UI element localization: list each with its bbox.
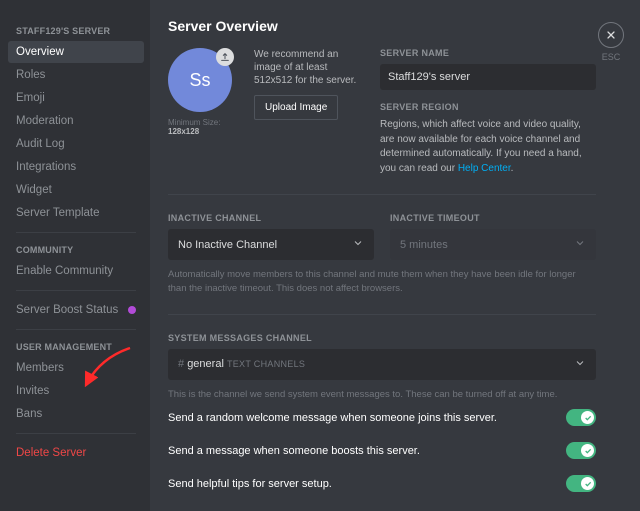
welcome-message-toggle[interactable] bbox=[566, 409, 596, 426]
system-channel-label: SYSTEM MESSAGES CHANNEL bbox=[168, 333, 596, 343]
divider bbox=[16, 290, 136, 291]
sidebar-item-server-template[interactable]: Server Template bbox=[8, 202, 144, 224]
inactive-channel-label: INACTIVE CHANNEL bbox=[168, 213, 374, 223]
sidebar-item-bans[interactable]: Bans bbox=[8, 403, 144, 425]
settings-sidebar: STAFF129'S SERVER Overview Roles Emoji M… bbox=[0, 0, 150, 511]
server-name-input[interactable] bbox=[380, 64, 596, 90]
hash-icon: # bbox=[178, 358, 187, 370]
boost-icon bbox=[128, 306, 136, 314]
divider bbox=[16, 232, 136, 233]
select-value: 5 minutes bbox=[400, 239, 448, 251]
inactive-channel-select[interactable]: No Inactive Channel bbox=[168, 229, 374, 260]
inactive-timeout-label: INACTIVE TIMEOUT bbox=[390, 213, 596, 223]
chevron-down-icon bbox=[574, 357, 586, 372]
divider bbox=[16, 433, 136, 434]
server-region-text: Regions, which affect voice and video qu… bbox=[380, 118, 596, 176]
toggle-row: Send a random welcome message when someo… bbox=[168, 401, 596, 434]
close-icon bbox=[598, 22, 624, 48]
toggle-label: Send a message when someone boosts this … bbox=[168, 445, 420, 457]
sidebar-item-moderation[interactable]: Moderation bbox=[8, 110, 144, 132]
divider bbox=[168, 314, 596, 315]
sidebar-item-audit-log[interactable]: Audit Log bbox=[8, 133, 144, 155]
sidebar-item-enable-community[interactable]: Enable Community bbox=[8, 260, 144, 282]
server-region-label: SERVER REGION bbox=[380, 102, 596, 112]
sidebar-item-members[interactable]: Members bbox=[8, 357, 144, 379]
toggle-row: Send a message when someone boosts this … bbox=[168, 434, 596, 467]
sidebar-item-invites[interactable]: Invites bbox=[8, 380, 144, 402]
sidebar-item-server-boost[interactable]: Server Boost Status bbox=[8, 299, 144, 321]
server-avatar[interactable]: Ss bbox=[168, 48, 232, 112]
channel-name: general bbox=[187, 358, 224, 370]
close-button[interactable]: ESC bbox=[598, 22, 624, 62]
system-help-text: This is the channel we send system event… bbox=[168, 388, 596, 402]
divider bbox=[168, 194, 596, 195]
sidebar-item-delete-server[interactable]: Delete Server bbox=[8, 442, 144, 464]
page-title: Server Overview bbox=[168, 18, 596, 34]
sidebar-item-integrations[interactable]: Integrations bbox=[8, 156, 144, 178]
divider bbox=[16, 329, 136, 330]
sidebar-item-label: Server Boost Status bbox=[16, 304, 118, 316]
upload-icon bbox=[216, 48, 234, 66]
avatar-initials: Ss bbox=[189, 70, 210, 91]
inactive-help-text: Automatically move members to this chann… bbox=[168, 268, 596, 296]
server-name-label: SERVER NAME bbox=[380, 48, 596, 58]
sidebar-category-user-management: USER MANAGEMENT bbox=[8, 338, 144, 356]
select-value: No Inactive Channel bbox=[178, 239, 277, 251]
help-center-link[interactable]: Help Center bbox=[458, 163, 511, 174]
sidebar-category-community: COMMUNITY bbox=[8, 241, 144, 259]
system-channel-select[interactable]: # general TEXT CHANNELS bbox=[168, 349, 596, 380]
channel-category: TEXT CHANNELS bbox=[227, 359, 305, 369]
upload-image-button[interactable]: Upload Image bbox=[254, 95, 338, 120]
sidebar-category-server: STAFF129'S SERVER bbox=[8, 22, 144, 40]
toggle-row: Send helpful tips for server setup. bbox=[168, 467, 596, 500]
setup-tips-toggle[interactable] bbox=[566, 475, 596, 492]
boost-message-toggle[interactable] bbox=[566, 442, 596, 459]
sidebar-item-widget[interactable]: Widget bbox=[8, 179, 144, 201]
toggle-label: Send helpful tips for server setup. bbox=[168, 478, 332, 490]
sidebar-item-roles[interactable]: Roles bbox=[8, 64, 144, 86]
minimum-size-note: Minimum Size: 128x128 bbox=[168, 118, 238, 136]
chevron-down-icon bbox=[574, 237, 586, 252]
sidebar-item-emoji[interactable]: Emoji bbox=[8, 87, 144, 109]
inactive-timeout-select[interactable]: 5 minutes bbox=[390, 229, 596, 260]
main-content: ESC Server Overview Ss Minimum Size: 128… bbox=[150, 0, 640, 511]
toggle-label: Send a random welcome message when someo… bbox=[168, 412, 497, 424]
sidebar-item-overview[interactable]: Overview bbox=[8, 41, 144, 63]
chevron-down-icon bbox=[352, 237, 364, 252]
recommend-text: We recommend an image of at least 512x51… bbox=[254, 48, 364, 87]
close-label: ESC bbox=[602, 52, 621, 62]
